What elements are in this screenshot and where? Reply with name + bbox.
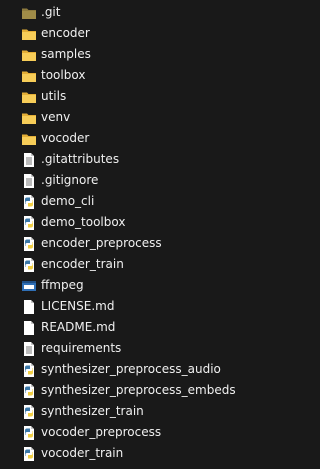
file-item-gitattributes[interactable]: .gitattributes bbox=[0, 149, 267, 170]
python-file-icon bbox=[21, 446, 37, 462]
file-name: .gitattributes bbox=[41, 152, 120, 166]
file-name: synthesizer_preprocess_audio bbox=[41, 362, 221, 376]
python-file-icon bbox=[21, 215, 37, 231]
file-name: samples bbox=[41, 47, 91, 61]
folder-icon bbox=[21, 26, 37, 42]
file-name: demo_toolbox bbox=[41, 215, 126, 229]
file-item-synthesizer-train[interactable]: synthesizer_train bbox=[0, 401, 267, 422]
file-name: .git bbox=[41, 5, 61, 19]
file-item-readme[interactable]: README.md bbox=[0, 317, 267, 338]
file-item-vocoder[interactable]: vocoder bbox=[0, 128, 267, 149]
file-name: requirements bbox=[41, 341, 122, 355]
file-name: synthesizer_preprocess_embeds bbox=[41, 383, 236, 397]
file-name: utils bbox=[41, 89, 67, 103]
file-name: vocoder bbox=[41, 131, 90, 145]
folder-icon bbox=[21, 110, 37, 126]
blank-file-icon bbox=[21, 299, 37, 315]
python-file-icon bbox=[21, 404, 37, 420]
executable-icon bbox=[21, 278, 37, 294]
blank-file-icon bbox=[21, 320, 37, 336]
file-item-venv[interactable]: venv bbox=[0, 107, 267, 128]
file-item-requirements[interactable]: requirements bbox=[0, 338, 267, 359]
file-item-gitignore[interactable]: .gitignore bbox=[0, 170, 267, 191]
file-name: toolbox bbox=[41, 68, 86, 82]
file-item-demo-cli[interactable]: demo_cli bbox=[0, 191, 267, 212]
file-item-synthesizer-preprocess-audio[interactable]: synthesizer_preprocess_audio bbox=[0, 359, 267, 380]
folder-hidden-icon bbox=[21, 5, 37, 21]
file-name: vocoder_preprocess bbox=[41, 425, 162, 439]
file-item-encoder[interactable]: encoder bbox=[0, 23, 267, 44]
python-file-icon bbox=[21, 362, 37, 378]
file-item-toolbox[interactable]: toolbox bbox=[0, 65, 267, 86]
file-item-samples[interactable]: samples bbox=[0, 44, 267, 65]
python-file-icon bbox=[21, 383, 37, 399]
python-file-icon bbox=[21, 194, 37, 210]
file-name: encoder_preprocess bbox=[41, 236, 162, 250]
file-item-ffmpeg[interactable]: ffmpeg bbox=[0, 275, 267, 296]
folder-icon bbox=[21, 68, 37, 84]
python-file-icon bbox=[21, 425, 37, 441]
file-item-demo-toolbox[interactable]: demo_toolbox bbox=[0, 212, 267, 233]
file-item-synthesizer-preprocess-embeds[interactable]: synthesizer_preprocess_embeds bbox=[0, 380, 267, 401]
file-item-git[interactable]: .git bbox=[0, 2, 267, 23]
file-name: venv bbox=[41, 110, 71, 124]
file-name: encoder_train bbox=[41, 257, 124, 271]
file-item-license[interactable]: LICENSE.md bbox=[0, 296, 267, 317]
file-name: LICENSE.md bbox=[41, 299, 115, 313]
python-file-icon bbox=[21, 257, 37, 273]
file-list: .git encoder samples toolbox utils venv bbox=[0, 0, 267, 469]
file-item-vocoder-preprocess[interactable]: vocoder_preprocess bbox=[0, 422, 267, 443]
text-file-icon bbox=[21, 152, 37, 168]
folder-icon bbox=[21, 47, 37, 63]
python-file-icon bbox=[21, 236, 37, 252]
text-file-icon bbox=[21, 341, 37, 357]
text-file-icon bbox=[21, 173, 37, 189]
file-item-encoder-train[interactable]: encoder_train bbox=[0, 254, 267, 275]
file-name: .gitignore bbox=[41, 173, 99, 187]
file-item-utils[interactable]: utils bbox=[0, 86, 267, 107]
file-name: synthesizer_train bbox=[41, 404, 144, 418]
folder-icon bbox=[21, 89, 37, 105]
file-name: ffmpeg bbox=[41, 278, 84, 292]
file-name: encoder bbox=[41, 26, 90, 40]
folder-icon bbox=[21, 131, 37, 147]
file-name: README.md bbox=[41, 320, 116, 334]
file-item-vocoder-train[interactable]: vocoder_train bbox=[0, 443, 267, 464]
file-item-encoder-preprocess[interactable]: encoder_preprocess bbox=[0, 233, 267, 254]
file-name: vocoder_train bbox=[41, 446, 124, 460]
file-name: demo_cli bbox=[41, 194, 95, 208]
